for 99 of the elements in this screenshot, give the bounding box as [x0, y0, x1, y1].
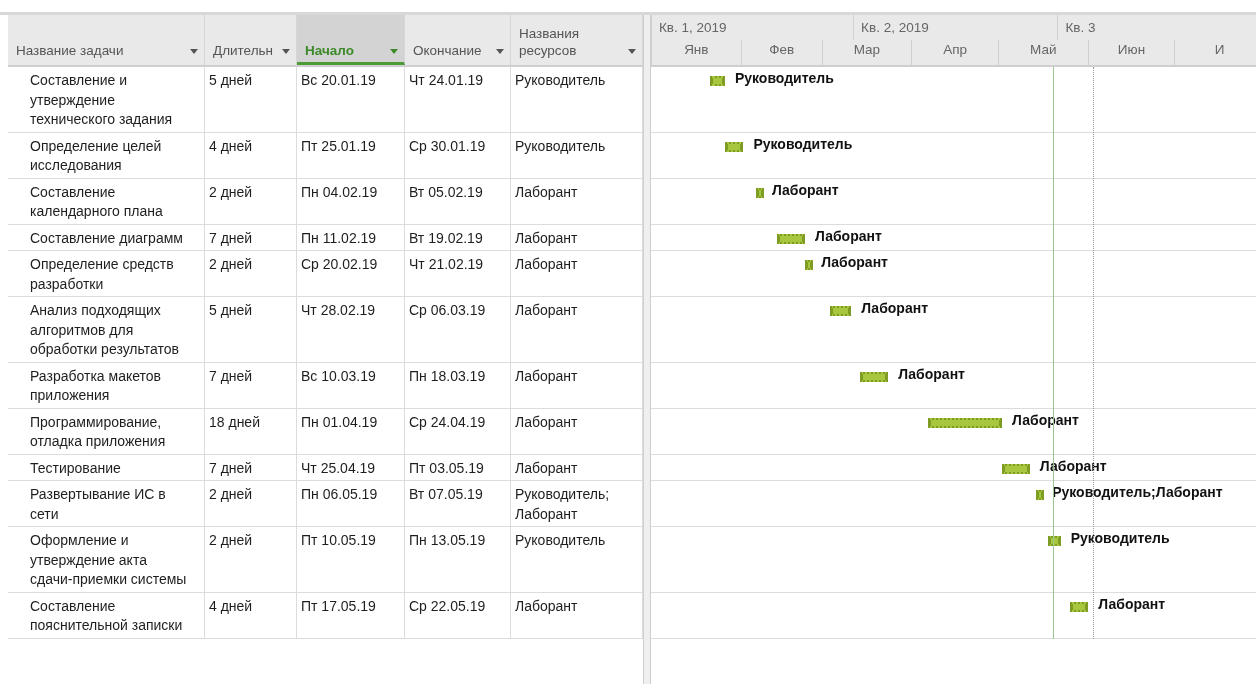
table-cell: Чт 28.02.19	[301, 302, 376, 318]
dropdown-caret-icon[interactable]	[190, 49, 198, 54]
task-bar[interactable]	[860, 371, 889, 382]
month-label: Июн	[1087, 40, 1175, 65]
table-cell: 2 дней	[209, 486, 253, 502]
table-cell: Оформление и утверждение акта сдачи-приемки системы	[30, 532, 187, 587]
table-cell: Составление календарного плана	[30, 183, 163, 219]
table-cell: Чт 24.01.19	[409, 72, 484, 88]
task-bar[interactable]	[829, 306, 852, 316]
table-cell: Определение целей исследования	[30, 137, 162, 173]
table-cell: Пн 11.02.19	[301, 229, 377, 246]
table-cell: Чт 21.02.19	[409, 256, 484, 272]
table-cell: 5 дней	[209, 72, 253, 88]
table-cell: Руководитель; Лаборант	[515, 486, 610, 522]
table-cell: Пн 18.03.19	[409, 367, 486, 384]
month-label: И	[1174, 40, 1256, 65]
table-cell: Ср 20.02.19	[301, 256, 378, 272]
task-bar[interactable]	[1036, 490, 1044, 500]
table-cell: Ср 06.03.19	[409, 302, 486, 318]
task-bar[interactable]	[1069, 601, 1089, 612]
bar-label: Лаборант	[1012, 411, 1079, 428]
table-cell: Программирование, отладка приложения	[30, 413, 166, 449]
table-cell: Составление пояснительной записки	[30, 597, 183, 633]
table-cell: Лаборант	[515, 367, 578, 384]
table-cell: Развертывание ИС в сети	[30, 486, 166, 522]
table-cell: 18 дней	[209, 413, 260, 430]
table-cell: Определение средств разработки	[30, 256, 174, 292]
bar-label: Лаборант	[821, 254, 888, 270]
column-header[interactable]: Название задачи	[8, 15, 205, 65]
table-cell: 4 дней	[209, 137, 253, 154]
table-cell: Пн 01.04.19	[301, 413, 378, 430]
table-cell: Вт 19.02.19	[409, 229, 483, 246]
dropdown-caret-icon[interactable]	[390, 49, 398, 54]
table-cell: Анализ подходящих алгоритмов для обработки результатов	[30, 302, 179, 357]
table-cell: Разработка макетов приложения	[30, 367, 161, 403]
bar-label: Руководитель	[753, 135, 853, 152]
table-cell: Составление диаграмм	[30, 229, 183, 246]
table-cell: Лаборант	[515, 597, 578, 614]
dropdown-caret-icon[interactable]	[282, 49, 290, 54]
table-cell: Составление и утверждение технического задания	[30, 72, 173, 127]
table-cell: Вт 05.02.19	[409, 183, 483, 200]
bar-label: Руководитель;Лаборант	[1052, 484, 1223, 500]
table-cell: Пт 17.05.19	[301, 597, 376, 614]
month-label: Фев	[740, 40, 822, 65]
task-bar[interactable]	[709, 76, 725, 86]
table-cell: Чт 25.04.19	[301, 459, 376, 476]
table-cell: Лаборант	[515, 302, 578, 318]
month-label: Апр	[911, 40, 998, 65]
task-bar[interactable]	[777, 233, 805, 244]
table-cell: Пн 04.02.19	[301, 183, 378, 200]
bar-label: Лаборант	[898, 365, 965, 382]
table-cell: Лаборант	[515, 256, 578, 272]
bar-label: Лаборант	[1098, 595, 1166, 612]
task-bar[interactable]	[928, 417, 1003, 428]
task-bar[interactable]	[724, 141, 744, 152]
table-cell: 5 дней	[209, 302, 253, 318]
bar-label: Лаборант	[1039, 457, 1107, 474]
quarter-label: Кв. 2, 2019	[853, 15, 1058, 40]
bar-label: Лаборант	[771, 181, 839, 198]
table-cell: 7 дней	[209, 229, 253, 246]
table-cell: Ср 30.01.19	[409, 137, 486, 154]
task-bar[interactable]	[805, 260, 813, 270]
table-cell: 7 дней	[209, 459, 253, 476]
task-bar[interactable]	[1048, 536, 1061, 546]
table-cell: Руководитель	[515, 532, 606, 548]
table-cell: Вт 07.05.19	[409, 486, 483, 502]
table-cell: Лаборант	[515, 413, 578, 430]
table-cell: Ср 22.05.19	[409, 597, 486, 614]
table-cell: Пт 10.05.19	[301, 532, 376, 548]
table-cell: Лаборант	[515, 229, 578, 246]
table-cell: Тестирование	[30, 459, 121, 476]
bar-label: Лаборант	[815, 227, 882, 244]
table-cell: Лаборант	[515, 183, 578, 200]
dropdown-caret-icon[interactable]	[628, 49, 636, 54]
bar-label: Руководитель	[734, 70, 834, 86]
table-cell: Пт 03.05.19	[409, 459, 484, 476]
bar-label: Лаборант	[861, 300, 928, 316]
table-cell: 2 дней	[209, 183, 253, 200]
table-cell: Руководитель	[515, 72, 606, 88]
table-cell: Ср 24.04.19	[409, 413, 486, 430]
table-cell: Вс 20.01.19	[301, 72, 376, 88]
table-cell: Пт 25.01.19	[301, 137, 376, 154]
bar-label: Руководитель	[1070, 530, 1170, 546]
table-cell: Руководитель	[515, 137, 606, 154]
month-label: Май	[998, 40, 1088, 65]
table-cell: 2 дней	[209, 532, 253, 548]
task-bar[interactable]	[1002, 463, 1030, 474]
table-cell: Пн 06.05.19	[301, 486, 378, 502]
table-cell: Пн 13.05.19	[409, 532, 486, 548]
table-cell: 4 дней	[209, 597, 253, 614]
table-cell: 2 дней	[209, 256, 253, 272]
dropdown-caret-icon[interactable]	[496, 49, 504, 54]
table-cell: 7 дней	[209, 367, 253, 384]
task-bar[interactable]	[755, 187, 764, 198]
table-cell: Лаборант	[515, 459, 578, 476]
column-header[interactable]: Окончание	[405, 15, 511, 65]
quarter-label: Кв. 3	[1057, 15, 1256, 40]
table-cell: Вс 10.03.19	[301, 367, 376, 384]
month-label: Мар	[821, 40, 912, 65]
